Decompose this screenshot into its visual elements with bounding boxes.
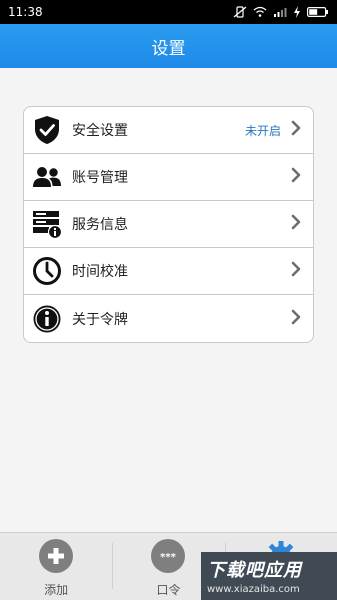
info-icon xyxy=(30,302,64,336)
tab-add[interactable]: 添加 xyxy=(0,533,112,600)
tab-label: 口令 xyxy=(156,583,181,597)
menu-item-security[interactable]: 安全设置 未开启 xyxy=(24,107,313,154)
tab-label: 添加 xyxy=(44,583,69,597)
battery-icon xyxy=(307,6,329,18)
watermark-title: 下载吧应用 xyxy=(207,560,302,581)
menu-item-label: 时间校准 xyxy=(72,264,128,280)
password-dots-icon: *** xyxy=(151,539,186,573)
svg-text:***: *** xyxy=(161,552,177,560)
chevron-right-icon xyxy=(291,167,301,187)
chevron-right-icon xyxy=(291,120,301,140)
watermark-url: www.xiazaiba.com xyxy=(207,584,300,595)
server-info-icon xyxy=(30,207,64,241)
menu-item-accounts[interactable]: 账号管理 xyxy=(24,154,313,201)
menu-item-label: 安全设置 xyxy=(72,123,128,139)
chevron-right-icon xyxy=(291,214,301,234)
vibrate-off-icon xyxy=(233,6,247,18)
header-bar: 设置 xyxy=(0,24,337,68)
shield-check-icon xyxy=(30,113,64,147)
page-title: 设置 xyxy=(151,38,186,59)
status-time: 11:38 xyxy=(8,5,43,19)
status-icons xyxy=(233,6,329,18)
status-bar: 11:38 xyxy=(0,0,337,24)
watermark: 下载吧应用 www.xiazaiba.com xyxy=(201,552,337,600)
chevron-right-icon xyxy=(291,261,301,281)
wifi-icon xyxy=(253,6,267,18)
charging-icon xyxy=(293,6,301,18)
menu-item-about[interactable]: 关于令牌 xyxy=(24,295,313,342)
chevron-right-icon xyxy=(291,309,301,329)
menu-item-label: 关于令牌 xyxy=(72,311,128,328)
menu-item-label: 服务信息 xyxy=(72,217,128,233)
security-status-value: 未开启 xyxy=(244,123,281,138)
signal-icon xyxy=(273,6,287,18)
menu-item-time-sync[interactable]: 时间校准 xyxy=(24,248,313,295)
menu-item-service-info[interactable]: 服务信息 xyxy=(24,201,313,248)
clock-icon xyxy=(30,254,64,288)
plus-icon xyxy=(39,539,74,573)
menu-item-label: 账号管理 xyxy=(72,170,128,186)
users-icon xyxy=(30,160,64,194)
settings-menu: 安全设置 未开启 账号管理 服务信息 时间校准 关于令牌 xyxy=(23,106,314,343)
